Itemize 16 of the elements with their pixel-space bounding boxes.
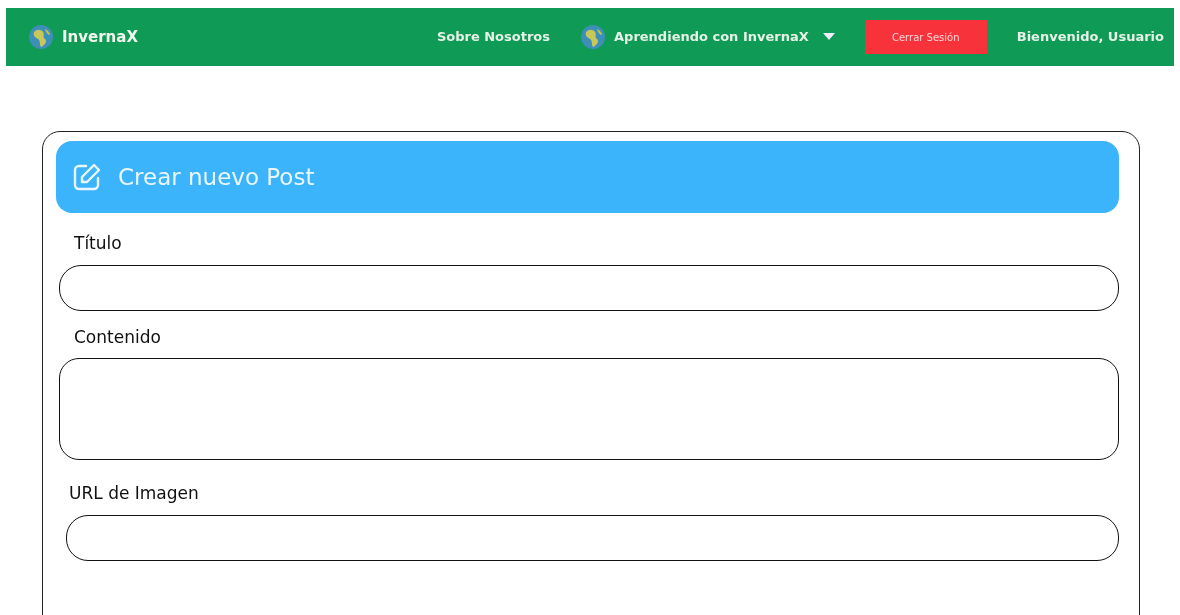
input-field[interactable] [59, 358, 1119, 460]
nav-dropdown[interactable]: Aprendiendo con InvernaX [580, 24, 835, 50]
brand-name[interactable]: InvernaX [62, 25, 138, 49]
globe-icon [28, 24, 54, 50]
input-field[interactable] [66, 514, 1119, 561]
globe-icon [580, 24, 606, 50]
greeting-text: Bienvenido, Usuario [1016, 28, 1164, 47]
input-field[interactable] [59, 264, 1119, 311]
field-label: Contenido [74, 325, 162, 349]
field-label: Título [74, 232, 123, 255]
card-title: Crear nuevo Post [118, 162, 315, 192]
nav-link[interactable]: Sobre Nosotros [436, 27, 550, 47]
edit-icon [72, 162, 102, 192]
field-label: URL de Imagen [69, 482, 200, 505]
caret-icon [822, 33, 835, 41]
logout-button[interactable]: Cerrar Sesión [864, 20, 987, 54]
